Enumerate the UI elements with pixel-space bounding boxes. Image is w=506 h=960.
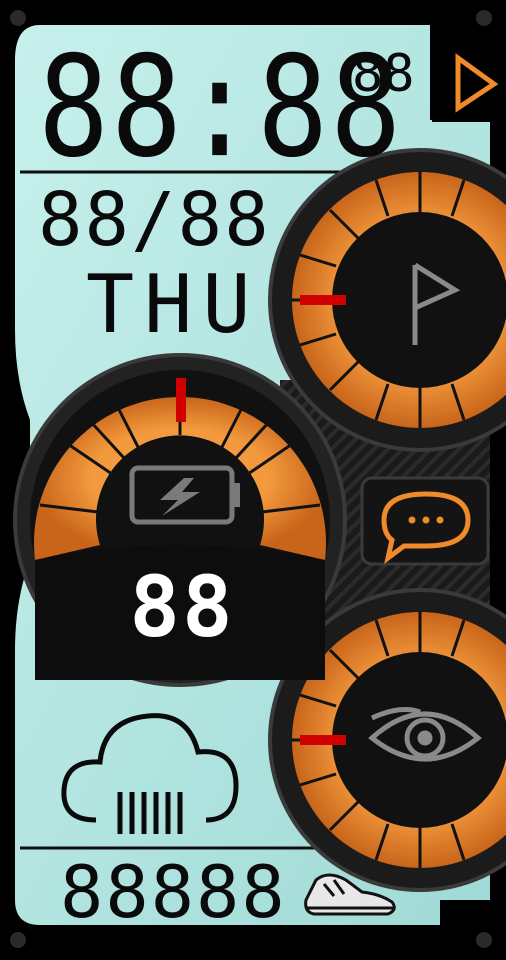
time-display: 88:88 (38, 25, 404, 189)
battery-value: 88 (129, 558, 234, 656)
steps-display: 88888 (60, 850, 287, 934)
date-display: 88/88 (38, 177, 271, 263)
notification-button[interactable] (360, 476, 490, 566)
battery-gauge: 88 (13, 353, 347, 687)
seconds-display: 88 (352, 44, 415, 104)
weekday-display: THU (86, 258, 261, 351)
